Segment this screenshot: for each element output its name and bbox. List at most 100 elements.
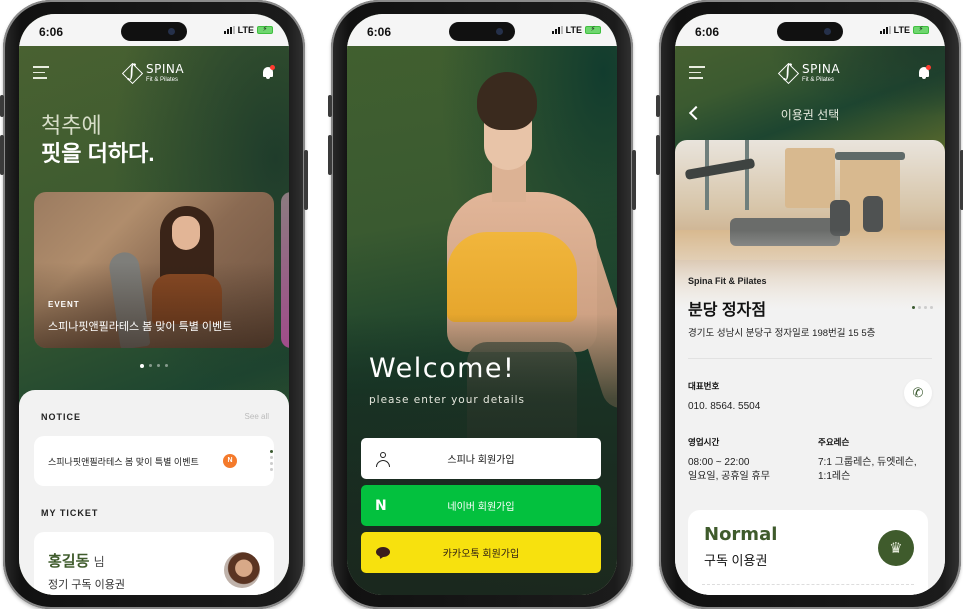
battery-icon: ⚡ (913, 26, 929, 34)
lessons-line-2: 1:1레슨 (818, 471, 851, 482)
ticket-type: 정기 구독 이용권 (48, 579, 125, 591)
logo-text: SPINA (146, 62, 185, 76)
event-title: 스피나핏앤필라테스 봄 맞이 특별 이벤트 (48, 321, 233, 333)
side-button (328, 135, 332, 175)
pager-dot[interactable] (165, 364, 168, 367)
hamburger-menu-icon[interactable] (33, 66, 49, 80)
naver-signup-button[interactable]: N 네이버 회원가입 (361, 485, 601, 526)
battery-icon: ⚡ (585, 26, 601, 34)
status-indicators: LTE ⚡ (223, 25, 273, 35)
side-button (656, 135, 660, 175)
bell-icon[interactable] (261, 64, 275, 80)
welcome-subtitle: please enter your details (369, 394, 526, 406)
signal-icon (879, 26, 891, 34)
app-bar: SPINAFit & Pilates (19, 58, 289, 90)
network-label: LTE (237, 25, 254, 35)
spina-logo[interactable]: SPINAFit & Pilates (122, 58, 188, 88)
next-banner-card[interactable] (281, 192, 289, 348)
welcome-screen: 6:06 LTE ⚡ Welcome! please enter your de… (347, 14, 617, 595)
logo-subtext: Fit & Pilates (802, 77, 835, 83)
notice-pager (270, 450, 273, 471)
hours-value: 08:00 ~ 22:00 (688, 457, 750, 468)
divider (688, 358, 932, 359)
pager-dot[interactable] (149, 364, 152, 367)
status-time: 6:06 (695, 25, 720, 39)
crown-icon: ♛ (878, 530, 914, 566)
plan-type: 구독 이용권 (704, 553, 768, 568)
status-bar: 6:06 LTE ⚡ (19, 14, 289, 46)
pager-dot[interactable] (157, 364, 160, 367)
image-pager (912, 306, 933, 309)
see-all-link[interactable]: See all (245, 412, 269, 421)
logo-text: SPINA (802, 62, 841, 76)
studio-brand: Spina Fit & Pilates (688, 276, 767, 286)
side-button (656, 95, 660, 117)
dynamic-island (449, 22, 515, 41)
side-button (0, 135, 4, 175)
my-ticket-card[interactable]: 홍길동 님 정기 구독 이용권 (34, 532, 274, 595)
logo-mark-icon (122, 61, 142, 83)
status-time: 6:06 (39, 25, 64, 39)
logo-mark-icon (778, 61, 798, 83)
hours-label: 영업시간 (688, 437, 720, 447)
ticket-section-title: MY TICKET (41, 508, 99, 518)
signal-icon (551, 26, 563, 34)
carousel-pager (19, 364, 289, 368)
phone-number: 010. 8564. 5504 (688, 401, 761, 412)
hamburger-menu-icon[interactable] (689, 66, 705, 80)
network-label: LTE (565, 25, 582, 35)
status-indicators: LTE ⚡ (551, 25, 601, 35)
plan-name: Normal (704, 524, 778, 545)
status-time: 6:06 (367, 25, 392, 39)
notice-item[interactable]: 스피나핏앤필라테스 봄 맞이 특별 이벤트 N (34, 436, 274, 486)
phone-ticket-select: 6:06 LTE ⚡ SPINAFit & Pilates 이용권 선택 (656, 0, 963, 609)
plan-card-normal[interactable]: Normal 구독 이용권 ♛ (688, 510, 928, 595)
dynamic-island (121, 22, 187, 41)
status-indicators: LTE ⚡ (879, 25, 929, 35)
branch-name: 분당 정자점 (688, 302, 767, 319)
logo-subtext: Fit & Pilates (146, 77, 179, 83)
branch-address: 경기도 성남시 분당구 정자일로 198번길 15 5층 (688, 328, 876, 339)
event-banner-card[interactable]: EVENT 스피나핏앤필라테스 봄 맞이 특별 이벤트 (34, 192, 274, 348)
side-button (328, 95, 332, 117)
ticket-select-screen: 6:06 LTE ⚡ SPINAFit & Pilates 이용권 선택 (675, 14, 945, 595)
naver-signup-label: 네이버 회원가입 (447, 502, 515, 513)
call-button[interactable]: ✆ (904, 379, 932, 407)
hero-title: 척추에 핏을 더하다. (41, 112, 154, 168)
kakao-talk-icon (375, 545, 391, 561)
pager-dot-active[interactable] (140, 364, 144, 368)
home-screen: 6:06 LTE ⚡ SPINAFit & Pilates 척추에 핏을 더하다… (19, 14, 289, 595)
status-bar: 6:06 LTE ⚡ (675, 14, 945, 46)
spina-signup-label: 스피나 회원가입 (447, 455, 515, 466)
dynamic-island (777, 22, 843, 41)
notification-dot (926, 65, 931, 70)
side-button (632, 150, 636, 210)
hero-line-1: 척추에 (41, 113, 102, 138)
phone-home: 6:06 LTE ⚡ SPINAFit & Pilates 척추에 핏을 더하다… (0, 0, 308, 609)
phone-welcome: 6:06 LTE ⚡ Welcome! please enter your de… (328, 0, 636, 609)
hero-line-2: 핏을 더하다. (41, 141, 155, 166)
avatar[interactable] (224, 552, 260, 588)
bell-icon[interactable] (917, 64, 931, 80)
phone-icon: ✆ (912, 385, 924, 400)
spina-signup-button[interactable]: 스피나 회원가입 (361, 438, 601, 479)
lessons-line-1: 7:1 그룹레슨, 듀엣레슨, (818, 457, 917, 468)
side-button (0, 95, 4, 117)
event-label: EVENT (48, 300, 80, 309)
notification-dot (270, 65, 275, 70)
page-header: 이용권 선택 (675, 104, 945, 128)
new-badge: N (223, 454, 237, 468)
app-bar: SPINAFit & Pilates (675, 58, 945, 90)
lessons-label: 주요레슨 (818, 437, 850, 447)
home-bottom-sheet: NOTICE See all 스피나핏앤필라테스 봄 맞이 특별 이벤트 N M… (19, 390, 289, 595)
kakao-signup-button[interactable]: 카카오톡 회원가입 (361, 532, 601, 573)
kakao-signup-label: 카카오톡 회원가입 (442, 549, 520, 560)
network-label: LTE (893, 25, 910, 35)
user-name-line: 홍길동 님 (48, 550, 105, 571)
spina-logo[interactable]: SPINAFit & Pilates (778, 58, 844, 88)
welcome-title: Welcome! (369, 353, 516, 384)
status-bar: 6:06 LTE ⚡ (347, 14, 617, 46)
page-title: 이용권 선택 (780, 108, 840, 122)
notice-text: 스피나핏앤필라테스 봄 맞이 특별 이벤트 (48, 457, 199, 467)
phone-label: 대표번호 (688, 381, 720, 391)
